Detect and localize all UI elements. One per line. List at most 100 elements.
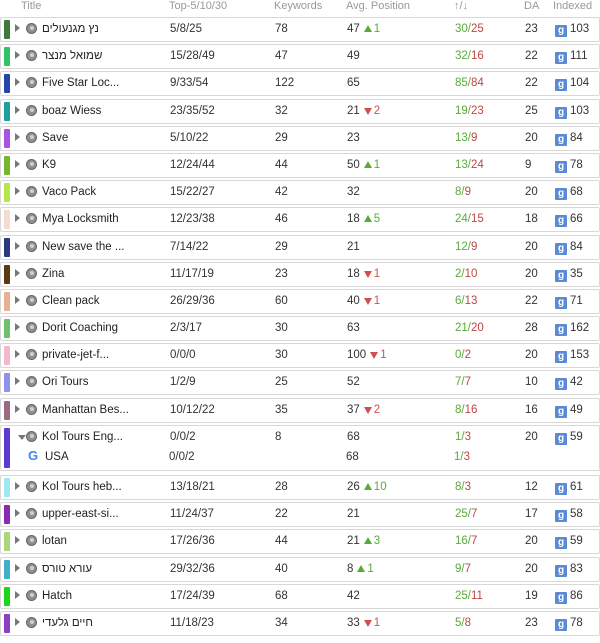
chevron-right-icon[interactable] — [15, 350, 20, 359]
table-row[interactable]: K9 12/24/44 44 50 1 13/24 9 g 78 — [0, 152, 600, 178]
project-title[interactable]: Dorit Coaching — [42, 322, 152, 334]
avg-position-value: 68 — [347, 430, 360, 443]
table-row[interactable]: lotan 17/26/36 44 21 3 16/7 20 g 59 — [0, 529, 600, 555]
table-row[interactable]: Kol Tours heb... 13/18/21 28 26 10 8/3 12 g 61 — [0, 475, 600, 500]
chevron-right-icon[interactable] — [15, 563, 20, 572]
header-updown[interactable]: ↑/↓ — [454, 0, 468, 12]
table-row[interactable]: Hatch 17/24/39 68 42 25/11 19 g 86 — [0, 583, 600, 609]
indexed-count: 84 — [570, 240, 583, 253]
chevron-down-icon[interactable] — [18, 434, 26, 440]
down-count: 11 — [471, 589, 483, 602]
table-row[interactable]: upper-east-si... 11/24/37 22 21 25/7 17 g 58 — [0, 502, 600, 528]
chevron-right-icon[interactable] — [15, 187, 20, 196]
table-row[interactable]: Clean pack 26/29/36 60 40 1 6/13 22 g 71 — [0, 288, 600, 314]
table-row[interactable]: private-jet-f... 0/0/0 30 100 1 0/2 20 g 153 — [0, 343, 600, 369]
project-title[interactable]: private-jet-f... — [42, 349, 152, 361]
chevron-right-icon[interactable] — [15, 24, 20, 32]
table-row[interactable]: Save 5/10/22 29 23 13/9 20 g 84 — [0, 125, 600, 151]
project-title[interactable]: Kol Tours Eng... — [42, 431, 152, 443]
table-row[interactable]: boaz Wiess 23/35/52 32 21 2 19/23 25 g 103 — [0, 98, 600, 124]
indexed-pages: g 61 — [555, 481, 583, 495]
header-indexed[interactable]: Indexed — [553, 0, 592, 12]
chevron-right-icon[interactable] — [15, 509, 20, 518]
avg-position: 40 1 — [347, 295, 380, 307]
header-title[interactable]: Title — [21, 0, 41, 12]
table-row[interactable]: New save the ... 7/14/22 29 21 12/9 20 g 84 — [0, 234, 600, 260]
indexed-count: 58 — [570, 508, 583, 521]
google-badge-icon: g — [555, 215, 567, 228]
project-title[interactable]: Manhattan Bes... — [42, 404, 152, 416]
position-delta: 2 — [373, 403, 381, 416]
project-title[interactable]: עורא טורס — [42, 563, 152, 575]
domain-authority: 20 — [525, 430, 538, 443]
globe-icon — [26, 186, 37, 198]
project-title[interactable]: boaz Wiess — [42, 105, 152, 117]
chevron-right-icon[interactable] — [15, 617, 20, 626]
avg-position-value: 18 — [347, 213, 360, 226]
table-row[interactable]: Dorit Coaching 2/3/17 30 63 21/20 28 g 162 — [0, 316, 600, 342]
down-count: 13 — [464, 294, 478, 307]
project-title[interactable]: Zina — [42, 268, 152, 280]
project-title[interactable]: Clean pack — [42, 295, 152, 307]
chevron-right-icon[interactable] — [15, 482, 20, 490]
updown-counts: 85/84 — [455, 77, 484, 89]
chevron-right-icon[interactable] — [15, 132, 20, 141]
table-row[interactable]: Five Star Loc... 9/33/54 122 65 85/84 22 g 104 — [0, 71, 600, 97]
table-row[interactable]: חיים גלעדי 11/18/23 34 33 1 5/8 23 g 78 — [0, 610, 600, 636]
header-keywords[interactable]: Keywords — [274, 0, 322, 12]
position-delta: 5 — [373, 213, 381, 226]
chevron-right-icon[interactable] — [15, 241, 20, 250]
project-title[interactable]: K9 — [42, 159, 152, 171]
chevron-right-icon[interactable] — [15, 404, 20, 413]
project-title[interactable]: Mya Locksmith — [42, 213, 152, 225]
chevron-right-icon[interactable] — [15, 323, 20, 332]
chevron-right-icon[interactable] — [15, 214, 20, 223]
avg-position: 100 1 — [347, 349, 387, 361]
project-title[interactable]: Hatch — [42, 590, 152, 602]
indexed-pages: g 104 — [555, 77, 589, 92]
project-title[interactable]: נץ מגנעולים — [42, 23, 152, 35]
chevron-right-icon[interactable] — [15, 295, 20, 304]
project-title[interactable]: lotan — [42, 535, 152, 547]
google-badge-icon: g — [555, 242, 567, 255]
keywords-count: 22 — [275, 508, 288, 521]
indexed-count: 111 — [570, 50, 588, 63]
project-title[interactable]: Ori Tours — [42, 376, 152, 388]
table-row[interactable]: נץ מגנעולים 5/8/25 78 47 1 30/25 23 g 103 — [0, 17, 600, 42]
chevron-right-icon[interactable] — [15, 536, 20, 545]
down-count: 3 — [464, 430, 472, 443]
chevron-right-icon[interactable] — [15, 105, 20, 114]
header-top[interactable]: Top-5/10/30 — [169, 0, 227, 12]
project-title[interactable]: חיים גלעדי — [42, 617, 152, 629]
top-positions: 17/24/39 — [170, 589, 215, 602]
chevron-right-icon[interactable] — [15, 159, 20, 168]
indexed-pages: g 35 — [555, 268, 583, 282]
chevron-right-icon[interactable] — [15, 78, 20, 87]
header-avg-position[interactable]: Avg. Position — [346, 0, 410, 12]
project-title[interactable]: upper-east-si... — [42, 508, 152, 520]
google-badge-icon: g — [555, 25, 567, 37]
chevron-right-icon[interactable] — [15, 268, 20, 277]
table-row[interactable]: שמואל מנצר 15/28/49 47 49 32/16 22 g 111 — [0, 44, 600, 70]
project-title[interactable]: New save the ... — [42, 241, 152, 253]
project-title[interactable]: Five Star Loc... — [42, 77, 152, 89]
table-row[interactable]: עורא טורס 29/32/36 40 8 1 9/7 20 g 83 — [0, 556, 600, 582]
table-row[interactable]: Vaco Pack 15/22/27 42 32 8/9 20 g 68 — [0, 180, 600, 206]
table-row[interactable]: Zina 11/17/19 23 18 1 2/10 20 g 35 — [0, 261, 600, 287]
project-title[interactable]: Kol Tours heb... — [42, 481, 152, 493]
top-positions: 26/29/36 — [170, 294, 215, 307]
table-row-sub[interactable]: G USA 0/0/2 68 1/3 — [0, 448, 600, 468]
avg-position: 52 — [347, 376, 360, 388]
header-da[interactable]: DA — [524, 0, 539, 12]
chevron-right-icon[interactable] — [15, 590, 20, 599]
google-badge-icon: g — [555, 405, 567, 418]
project-title[interactable]: שמואל מנצר — [42, 50, 152, 62]
chevron-right-icon[interactable] — [15, 377, 20, 386]
table-row[interactable]: Ori Tours 1/2/9 25 52 7/7 10 g 42 — [0, 370, 600, 396]
project-title[interactable]: Vaco Pack — [42, 186, 152, 198]
table-row[interactable]: Mya Locksmith 12/23/38 46 18 5 24/15 18 g 66 — [0, 207, 600, 233]
google-badge-icon: g — [555, 432, 567, 445]
chevron-right-icon[interactable] — [15, 51, 20, 60]
project-title[interactable]: Save — [42, 132, 152, 144]
table-row[interactable]: Manhattan Bes... 10/12/22 35 37 2 8/16 16 g 49 — [0, 397, 600, 423]
